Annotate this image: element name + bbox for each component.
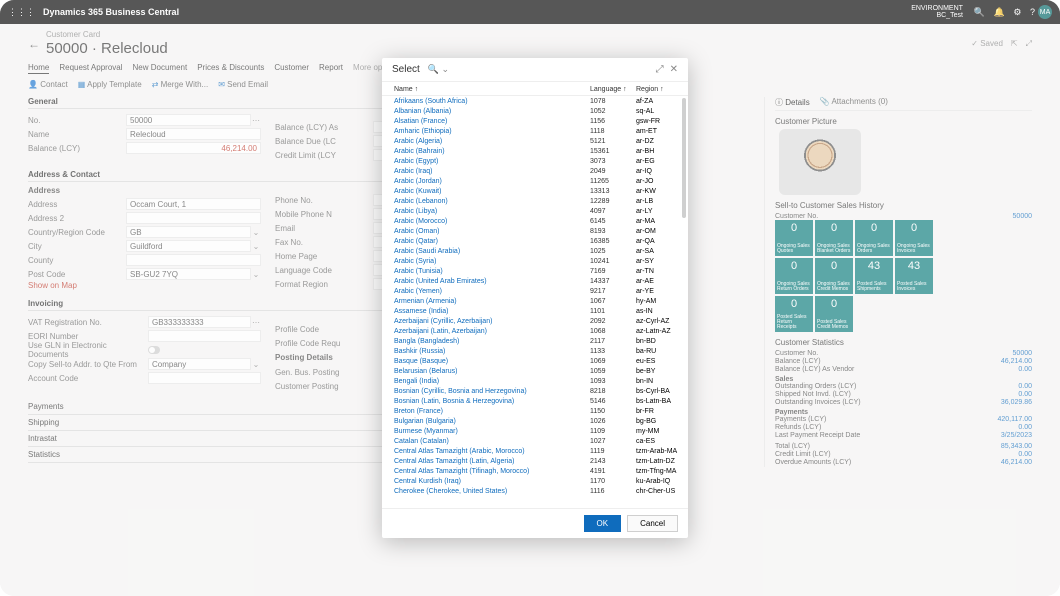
search-icon[interactable]: 🔍 ⌄ [428,64,449,75]
lookup-row[interactable]: Arabic (Libya)4097ar-LY [382,206,688,216]
lookup-row[interactable]: Bosnian (Latin, Bosnia & Herzegovina)514… [382,396,688,406]
table-header: Name ↑ Language ↑ Region ↑ [382,82,688,96]
lookup-row[interactable]: Arabic (Saudi Arabia)1025ar-SA [382,246,688,256]
lookup-row[interactable]: Central Atlas Tamazight (Arabic, Morocco… [382,446,688,456]
lookup-row[interactable]: Arabic (Oman)8193ar-OM [382,226,688,236]
lookup-row[interactable]: Breton (France)1150br-FR [382,406,688,416]
lookup-row[interactable]: Arabic (Yemen)9217ar-YE [382,286,688,296]
lookup-row[interactable]: Central Atlas Tamazight (Latin, Algeria)… [382,456,688,466]
lookup-row[interactable]: Arabic (Qatar)16385ar-QA [382,236,688,246]
lookup-row[interactable]: Alsatian (France)1156gsw-FR [382,116,688,126]
lookup-row[interactable]: Belarusian (Belarus)1059be-BY [382,366,688,376]
lookup-row[interactable]: Basque (Basque)1069eu-ES [382,356,688,366]
lookup-row[interactable]: Bosnian (Cyrillic, Bosnia and Herzegovin… [382,386,688,396]
col-region[interactable]: Region ↑ [636,86,678,93]
lookup-row[interactable]: Arabic (United Arab Emirates)14337ar-AE [382,276,688,286]
col-name[interactable]: Name ↑ [394,86,556,93]
lookup-row[interactable]: Arabic (Lebanon)12289ar-LB [382,196,688,206]
lookup-row[interactable]: Bashkir (Russia)1133ba-RU [382,346,688,356]
lookup-row[interactable]: Arabic (Syria)10241ar-SY [382,256,688,266]
lookup-row[interactable]: Armenian (Armenia)1067hy-AM [382,296,688,306]
lookup-row[interactable]: Arabic (Algeria)5121ar-DZ [382,136,688,146]
lookup-row[interactable]: Arabic (Iraq)2049ar-IQ [382,166,688,176]
dialog-title: Select [392,64,420,75]
lookup-row[interactable]: Arabic (Kuwait)13313ar-KW [382,186,688,196]
select-dialog: Select 🔍 ⌄ ⤢ ✕ Name ↑ Language ↑ Region … [382,58,688,538]
lookup-row[interactable]: Assamese (India)1101as-IN [382,306,688,316]
lookup-row[interactable]: Central Atlas Tamazight (Tifinagh, Moroc… [382,466,688,476]
scrollbar-thumb[interactable] [682,98,686,218]
lookup-row[interactable]: Afrikaans (South Africa)1078af-ZA [382,96,688,106]
lookup-row[interactable]: Amharic (Ethiopia)1118am-ET [382,126,688,136]
lookup-row[interactable]: Arabic (Egypt)3073ar-EG [382,156,688,166]
close-icon[interactable]: ✕ [670,64,678,75]
lookup-row[interactable]: Arabic (Tunisia)7169ar-TN [382,266,688,276]
lookup-row[interactable]: Bangla (Bangladesh)2117bn-BD [382,336,688,346]
lookup-row[interactable]: Cherokee (Cherokee, United States)1116ch… [382,486,688,496]
lookup-row[interactable]: Catalan (Catalan)1027ca-ES [382,436,688,446]
lookup-row[interactable]: Albanian (Albania)1052sq-AL [382,106,688,116]
expand-icon[interactable]: ⤢ [656,64,664,75]
lookup-row[interactable]: Central Kurdish (Iraq)1170ku-Arab-IQ [382,476,688,486]
lookup-row[interactable]: Bulgarian (Bulgaria)1026bg-BG [382,416,688,426]
lookup-row[interactable]: Bengali (India)1093bn-IN [382,376,688,386]
lookup-row[interactable]: Burmese (Myanmar)1109my-MM [382,426,688,436]
cancel-button[interactable]: Cancel [627,515,678,532]
col-language[interactable]: Language ↑ [590,86,636,93]
ok-button[interactable]: OK [584,515,622,532]
lookup-list[interactable]: Afrikaans (South Africa)1078af-ZAAlbania… [382,96,688,508]
lookup-row[interactable]: Azerbaijani (Latin, Azerbaijan)1068az-La… [382,326,688,336]
lookup-row[interactable]: Azerbaijani (Cyrillic, Azerbaijan)2092az… [382,316,688,326]
lookup-row[interactable]: Arabic (Morocco)6145ar-MA [382,216,688,226]
lookup-row[interactable]: Arabic (Bahrain)15361ar-BH [382,146,688,156]
lookup-row[interactable]: Arabic (Jordan)11265ar-JO [382,176,688,186]
